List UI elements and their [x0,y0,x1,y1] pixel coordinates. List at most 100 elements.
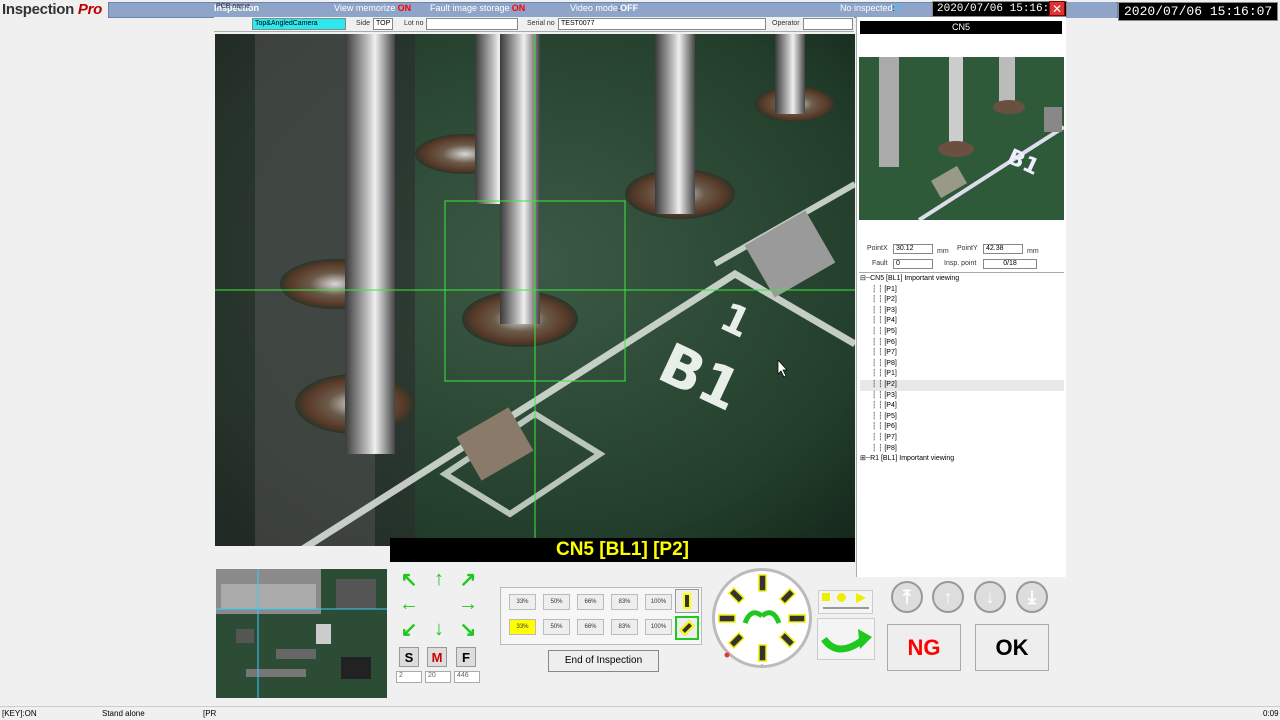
pointy-unit: mm [1027,248,1039,255]
playback-play-icon[interactable] [856,593,866,603]
operator-label: Operator [772,20,800,27]
zoom-row2-btn[interactable]: 83% [611,619,638,635]
board-minimap[interactable] [216,569,387,698]
first-point-icon[interactable]: ⤒ [891,581,923,613]
reference-thumbnail: B1 [859,57,1064,220]
status-pr: [PR [203,709,217,718]
zoom-row2-btn[interactable]: 50% [543,619,570,635]
next-point-icon[interactable]: ↓ [974,581,1006,613]
pcb-name-label: PCB name [216,3,250,10]
app-logo: Inspection Pro [2,1,102,18]
divider [859,272,1064,273]
view-memorize-status: View memorize ON [334,3,412,13]
thumbnail-title: CN5 [860,21,1062,34]
pcb-name-field[interactable]: Top&AngledCamera [252,18,346,30]
insp-point-label: Insp. point [944,260,977,267]
previous-point-icon[interactable]: ↑ [932,581,964,613]
tree-item[interactable]: ┆ ┆ [P6] [860,422,1064,433]
pointx-field: 30.12 [893,244,933,254]
camera-top-icon[interactable] [675,589,699,613]
tree-item[interactable]: ┆ ┆ [P3] [860,306,1064,317]
operator-field[interactable] [803,18,853,30]
pointx-unit: mm [937,248,949,255]
speed-m-button[interactable]: M [427,647,447,667]
close-button[interactable]: ✕ [1049,1,1065,16]
zoom-row2-btn[interactable]: 100% [645,619,672,635]
pointy-label: PointY [957,245,978,252]
tree-item[interactable]: ┆ ┆ [P6] [860,338,1064,349]
zoom-row2-btn[interactable]: 66% [577,619,604,635]
datetime-display: 2020/07/06 15:16:07 [932,1,1068,17]
lot-no-label: Lot no [404,20,424,27]
zoom-row1-btn[interactable]: 50% [543,594,570,610]
pcb-camera-image: B1 1 [215,34,855,546]
tree-item[interactable]: ┆ ┆ [P7] [860,433,1064,444]
end-of-inspection-button[interactable]: End of Inspection [548,650,659,672]
zoom-row1-btn[interactable]: 66% [577,594,604,610]
tree-item[interactable]: ┆ ┆ [P2] [860,295,1064,306]
status-mode: Stand alone [102,709,145,718]
spin-field-3[interactable]: 446 [454,671,480,683]
tree-root-cn5[interactable]: ⊟┈CN5 [BL1] Important viewing [860,274,1064,285]
tree-item[interactable]: ┆ ┆ [P2] [860,379,1064,391]
move-right-arrow-icon[interactable]: → [456,593,480,615]
status-key: [KEY]:ON [2,709,37,718]
tree-item[interactable]: ┆ ┆ [P5] [860,327,1064,338]
playback-stop-icon[interactable] [822,593,830,601]
tree-item[interactable]: ┆ ┆ [P4] [860,316,1064,327]
status-right: 0:09 [1263,709,1279,718]
speed-s-button[interactable]: S [399,647,419,667]
rotate-button[interactable] [817,618,875,660]
move-down-left-arrow-icon[interactable]: ↙ [397,618,421,641]
zoom-row1-btn[interactable]: 33% [509,594,536,610]
tree-item[interactable]: ┆ ┆ [P8] [860,444,1064,455]
tree-item[interactable]: ┆ ┆ [P5] [860,412,1064,423]
lot-no-field[interactable] [426,18,518,30]
title-bar-right [1066,2,1116,18]
camera-angled-icon[interactable] [675,616,699,640]
tree-item[interactable]: ┆ ┆ [P1] [860,285,1064,296]
move-up-right-arrow-icon[interactable]: ↗ [456,568,480,591]
tree-item[interactable]: ┆ ┆ [P4] [860,401,1064,412]
camera-view[interactable]: B1 1 [215,34,855,546]
move-left-arrow-icon[interactable]: ← [397,593,421,615]
tree-item[interactable]: ┆ ┆ [P7] [860,348,1064,359]
playback-controls [818,590,873,614]
camera-angle-dial[interactable] [712,568,812,668]
insp-point-field: 0/18 [983,259,1037,269]
move-up-left-arrow-icon[interactable]: ↖ [397,568,421,591]
zoom-row1-btn[interactable]: 83% [611,594,638,610]
playback-record-icon[interactable] [837,593,846,602]
playback-slider[interactable] [823,607,869,609]
side-field[interactable]: TOP [373,18,393,30]
ng-button[interactable]: NG [887,624,961,671]
move-down-arrow-icon[interactable]: ↓ [427,618,451,640]
fault-field: 0 [893,259,933,269]
pointx-label: PointX [867,245,888,252]
tree-root-r1[interactable]: ⊞┈R1 [BL1] Important viewing [860,454,1064,465]
rotate-arrow-icon [821,629,872,653]
tree-item[interactable]: ┆ ┆ [P1] [860,369,1064,380]
spin-field-1[interactable]: 2 [396,671,422,683]
zoom-row2-btn-selected[interactable]: 33% [509,619,536,635]
ok-button[interactable]: OK [975,624,1049,671]
tree-item[interactable]: ┆ ┆ [P8] [860,359,1064,370]
no-inspected-status: No inspected:5 [840,3,900,13]
speed-f-button[interactable]: F [456,647,476,667]
last-point-icon[interactable]: ⤓ [1016,581,1048,613]
side-label: Side [356,20,371,27]
inspection-tree[interactable]: ⊟┈CN5 [BL1] Important viewing ┆ ┆ [P1] ┆ … [860,274,1064,574]
pointy-field: 42.38 [983,244,1023,254]
zoom-row1-btn[interactable]: 100% [645,594,672,610]
video-mode-status: Video mode:OFF [570,3,639,13]
serial-no-label: Serial no [527,20,555,27]
tree-item[interactable]: ┆ ┆ [P3] [860,391,1064,402]
fault-label: Fault [872,260,888,267]
spin-field-2[interactable]: 20 [425,671,451,683]
serial-no-field[interactable]: TEST0077 [558,18,766,30]
move-up-arrow-icon[interactable]: ↑ [427,568,451,590]
current-point-title: CN5 [BL1] [P2] [390,538,855,562]
datetime-outer: 2020/07/06 15:16:07 [1118,2,1279,21]
move-down-right-arrow-icon[interactable]: ↘ [456,618,480,641]
status-bar: [KEY]:ON Stand alone [PR 0:09 [0,706,1280,720]
